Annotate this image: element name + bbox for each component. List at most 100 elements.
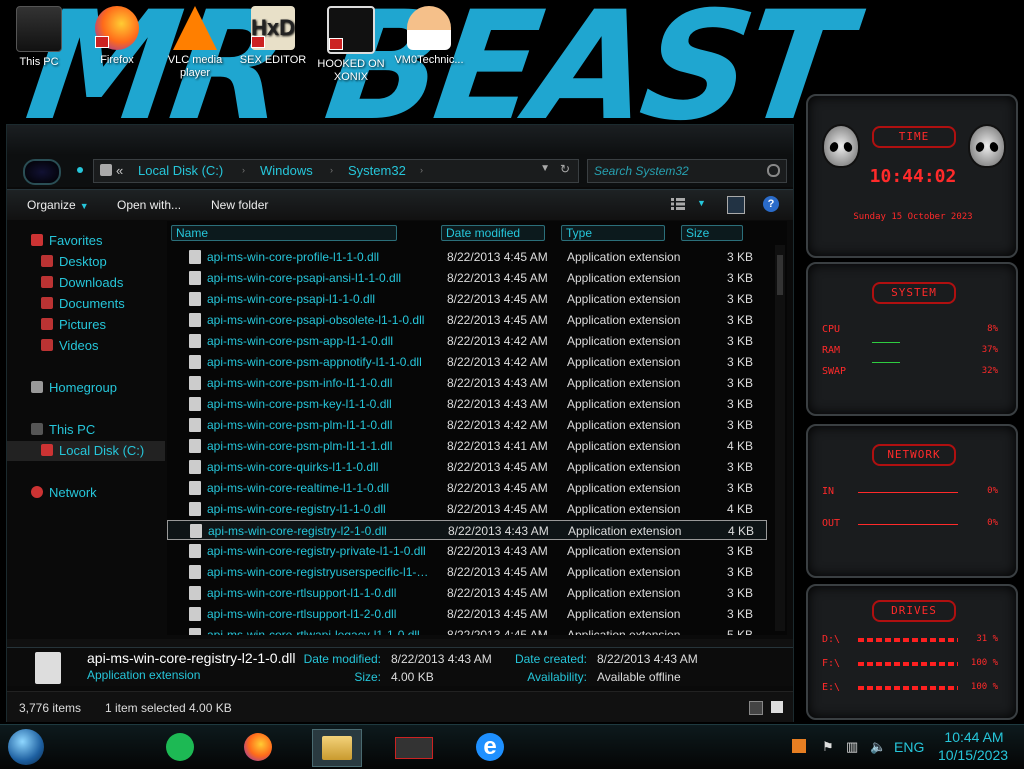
breadcrumb-separator-icon[interactable]: › [330, 165, 333, 175]
dll-file-icon [189, 460, 201, 474]
window-titlebar[interactable] [7, 125, 793, 155]
change-view-icon[interactable] [671, 198, 685, 210]
column-header-size[interactable]: Size [681, 225, 743, 241]
desktop-icon-vm0technic[interactable]: VM0Technic... [392, 6, 466, 67]
breadcrumb-separator-icon[interactable]: › [242, 165, 245, 175]
details-pane: api-ms-win-core-registry-l2-1-0.dll Appl… [7, 647, 793, 686]
back-forward-orb-icon[interactable] [23, 159, 61, 185]
nav-local-disk[interactable]: Local Disk (C:) [7, 441, 165, 461]
drive-icon [41, 444, 53, 456]
open-with-button[interactable]: Open with... [117, 198, 181, 212]
desktop-icon-hooked-on-xonix[interactable]: HOOKED ON XONIX [314, 6, 388, 84]
file-row[interactable]: api-ms-win-core-registry-l2-1-0.dll 8/22/… [167, 520, 767, 540]
address-bar[interactable]: « Local Disk (C:) › Windows › System32 ›… [93, 159, 579, 183]
address-dropdown-icon[interactable]: ▼ [540, 163, 550, 174]
nav-label: Downloads [59, 275, 124, 290]
horizontal-scrollbar[interactable] [7, 639, 793, 647]
nav-favorites[interactable]: Favorites [7, 231, 165, 251]
taskbar-spotify[interactable] [156, 729, 204, 765]
system-gadget[interactable]: SYSTEM CPU 8% RAM 37% SWAP 32% [806, 262, 1018, 416]
breadcrumb-overflow[interactable]: « [116, 163, 123, 178]
file-date-modified: 8/22/2013 4:43 AM [447, 544, 548, 558]
details-view-icon[interactable] [749, 701, 763, 715]
nav-desktop[interactable]: Desktop [7, 252, 165, 272]
language-indicator[interactable]: ENG [894, 739, 924, 755]
dll-file-icon [189, 376, 201, 390]
file-row[interactable]: api-ms-win-core-psapi-obsolete-l1-1-0.dl… [167, 310, 767, 330]
file-row[interactable]: api-ms-win-core-psapi-l1-1-0.dll 8/22/201… [167, 289, 767, 309]
large-icons-view-icon[interactable] [771, 701, 783, 713]
breadcrumb-local-disk[interactable]: Local Disk (C:) [138, 163, 223, 178]
desktop-icon-sex-editor[interactable]: HxD SEX EDITOR [236, 6, 310, 67]
file-row[interactable]: api-ms-win-core-psm-app-l1-1-0.dll 8/22/2… [167, 331, 767, 351]
file-row[interactable]: api-ms-win-core-psm-info-l1-1-0.dll 8/22/… [167, 373, 767, 393]
column-header-date-modified[interactable]: Date modified [441, 225, 545, 241]
taskbar-clock-time[interactable]: 10:44 AM [938, 729, 1010, 745]
nav-downloads[interactable]: Downloads [7, 273, 165, 293]
file-row[interactable]: api-ms-win-core-psm-appnotify-l1-1-0.dll… [167, 352, 767, 372]
taskbar-file-explorer[interactable] [312, 729, 362, 767]
breadcrumb-windows[interactable]: Windows [260, 163, 313, 178]
file-row[interactable]: api-ms-win-core-registryuserspecific-l1-… [167, 562, 767, 582]
volume-icon[interactable]: 🔈 [870, 739, 886, 755]
nav-homegroup[interactable]: Homegroup [7, 378, 165, 398]
tray-app-icon[interactable] [792, 739, 806, 753]
start-button[interactable] [8, 729, 44, 765]
file-row[interactable]: api-ms-win-core-psapi-ansi-l1-1-0.dll 8/2… [167, 268, 767, 288]
file-row[interactable]: api-ms-win-core-registry-l1-1-0.dll 8/22/… [167, 499, 767, 519]
new-folder-button[interactable]: New folder [211, 198, 268, 212]
column-header-type[interactable]: Type [561, 225, 665, 241]
file-row[interactable]: api-ms-win-core-rtlwapi-legacy-l1-1-0.dl… [167, 625, 767, 635]
organize-button[interactable]: Organize ▼ [27, 198, 89, 212]
search-input[interactable] [592, 162, 766, 180]
search-icon[interactable] [767, 164, 780, 177]
file-row[interactable]: api-ms-win-core-rtlsupport-l1-1-0.dll 8/2… [167, 583, 767, 603]
drives-gadget[interactable]: DRIVES D:\ 31 % F:\ 100 % E:\ 100 % [806, 584, 1018, 720]
taskbar-firefox[interactable] [234, 729, 282, 765]
breadcrumb-separator-icon[interactable]: › [420, 165, 423, 175]
taskbar-internet-explorer[interactable]: e [466, 729, 514, 765]
file-row[interactable]: api-ms-win-core-rtlsupport-l1-2-0.dll 8/2… [167, 604, 767, 624]
drive-e-label: E:\ [822, 682, 841, 693]
file-row[interactable]: api-ms-win-core-registry-private-l1-1-0.… [167, 541, 767, 561]
action-center-flag-icon[interactable]: ⚑ [822, 739, 834, 755]
network-gadget[interactable]: NETWORK IN 0% OUT 0% [806, 424, 1018, 578]
network-tray-icon[interactable]: ▥ [846, 739, 858, 755]
column-header-name[interactable]: Name [171, 225, 397, 241]
file-row[interactable]: api-ms-win-core-realtime-l1-1-0.dll 8/22/… [167, 478, 767, 498]
scrollbar-thumb[interactable] [777, 255, 783, 295]
desktop-icon-this-pc[interactable]: This PC [2, 6, 76, 69]
taskbar-clock-date[interactable]: 10/15/2023 [930, 747, 1016, 763]
refresh-icon[interactable]: ↻ [560, 162, 570, 176]
file-size: 3 KB [726, 292, 753, 306]
nav-pictures[interactable]: Pictures [7, 315, 165, 335]
file-row[interactable]: api-ms-win-core-profile-l1-1-0.dll 8/22/2… [167, 247, 767, 267]
recent-locations-icon[interactable] [77, 167, 83, 173]
ram-meter [872, 342, 900, 343]
nav-videos[interactable]: Videos [7, 336, 165, 356]
desktop-icon-vlc[interactable]: VLC media player [158, 6, 232, 80]
file-size: 3 KB [726, 271, 753, 285]
nav-documents[interactable]: Documents [7, 294, 165, 314]
vertical-scrollbar[interactable] [775, 245, 785, 631]
desktop-icon-firefox[interactable]: Firefox [80, 6, 154, 67]
file-row[interactable]: api-ms-win-core-quirks-l1-1-0.dll 8/22/20… [167, 457, 767, 477]
nav-network[interactable]: Network [7, 483, 165, 503]
dll-file-icon [189, 628, 201, 635]
view-options-dropdown-icon[interactable]: ▼ [697, 198, 706, 208]
availability-value: Available offline [597, 670, 681, 684]
preview-pane-icon[interactable] [727, 196, 745, 214]
file-date-modified: 8/22/2013 4:45 AM [447, 586, 548, 600]
file-size: 4 KB [726, 502, 753, 516]
desktop-icon-label: This PC [19, 56, 59, 68]
details-file-name: api-ms-win-core-registry-l2-1-0.dll [87, 650, 296, 666]
file-row[interactable]: api-ms-win-core-psm-key-l1-1-0.dll 8/22/2… [167, 394, 767, 414]
time-gadget[interactable]: TIME 10:44:02 Sunday 15 October 2023 [806, 94, 1018, 258]
file-row[interactable]: api-ms-win-core-psm-plm-l1-1-0.dll 8/22/2… [167, 415, 767, 435]
help-icon[interactable]: ? [763, 196, 779, 212]
nav-this-pc[interactable]: This PC [7, 420, 165, 440]
search-box[interactable] [587, 159, 787, 183]
breadcrumb-system32[interactable]: System32 [348, 163, 406, 178]
taskbar-app[interactable] [390, 729, 438, 765]
file-row[interactable]: api-ms-win-core-psm-plm-l1-1-1.dll 8/22/2… [167, 436, 767, 456]
